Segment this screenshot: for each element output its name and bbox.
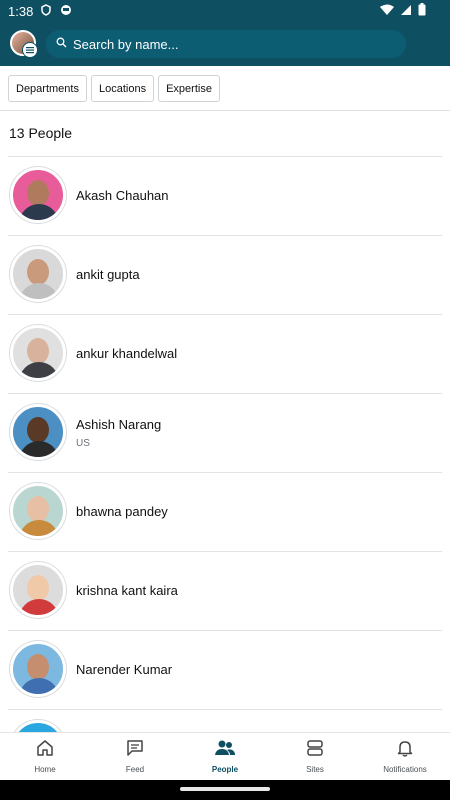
person-name: ankur khandelwal xyxy=(76,346,178,361)
person-name: Narender Kumar xyxy=(76,662,173,677)
signal-icon xyxy=(400,4,412,19)
filter-expertise-button[interactable]: Expertise xyxy=(158,75,220,102)
nav-home[interactable]: Home xyxy=(0,733,90,780)
shield-icon xyxy=(40,4,52,16)
person-name: Akash Chauhan xyxy=(76,188,169,203)
people-list: Akash Chauhan ankit gupta ankur khandelw… xyxy=(0,157,450,732)
filter-departments-button[interactable]: Departments xyxy=(8,75,87,102)
home-icon xyxy=(36,739,54,762)
person-row[interactable]: Narender Kumar xyxy=(8,631,442,710)
person-location: US xyxy=(76,438,90,449)
person-row[interactable]: ankur khandelwal xyxy=(8,315,442,394)
app-header: 1:38 xyxy=(0,0,450,66)
people-icon xyxy=(215,739,235,762)
nav-feed[interactable]: Feed xyxy=(90,733,180,780)
system-navigation-bar xyxy=(0,780,450,800)
nav-sites[interactable]: Sites xyxy=(270,733,360,780)
nav-notifications[interactable]: Notifications xyxy=(360,733,450,780)
person-name: bhawna pandey xyxy=(76,504,168,519)
people-count: 13 People xyxy=(9,125,73,141)
search-input[interactable] xyxy=(73,36,373,52)
person-avatar xyxy=(10,641,66,697)
feed-icon xyxy=(126,739,144,762)
person-row[interactable]: Akash Chauhan xyxy=(8,157,442,236)
wifi-icon xyxy=(380,4,394,19)
menu-icon[interactable] xyxy=(22,42,38,58)
person-name: krishna kant kaira xyxy=(76,583,178,598)
search-bar[interactable] xyxy=(46,30,406,58)
sites-icon xyxy=(306,739,324,762)
status-time: 1:38 xyxy=(8,4,34,19)
person-avatar xyxy=(10,483,66,539)
bottom-navigation: Home Feed People Sites Notifications xyxy=(0,732,450,780)
home-gesture-pill[interactable] xyxy=(180,787,270,791)
person-row[interactable] xyxy=(8,710,442,732)
person-row[interactable]: Ashish Narang US xyxy=(8,394,442,473)
filter-locations-button[interactable]: Locations xyxy=(90,75,155,102)
person-avatar xyxy=(10,167,66,223)
divider xyxy=(0,110,450,111)
person-avatar xyxy=(10,325,66,381)
person-name: ankit gupta xyxy=(76,267,140,282)
filter-bar: Departments Locations Expertise xyxy=(8,75,220,102)
person-avatar xyxy=(10,404,66,460)
person-row[interactable]: bhawna pandey xyxy=(8,473,442,552)
person-avatar xyxy=(10,246,66,302)
app-notification-icon xyxy=(60,4,72,16)
battery-icon xyxy=(418,3,426,19)
person-avatar xyxy=(10,720,66,732)
person-avatar xyxy=(10,562,66,618)
person-row[interactable]: ankit gupta xyxy=(8,236,442,315)
nav-people[interactable]: People xyxy=(180,733,270,780)
person-row[interactable]: krishna kant kaira xyxy=(8,552,442,631)
status-bar: 1:38 xyxy=(0,0,450,22)
person-name: Ashish Narang xyxy=(76,417,162,432)
search-icon xyxy=(56,35,67,53)
bell-icon xyxy=(396,739,414,762)
